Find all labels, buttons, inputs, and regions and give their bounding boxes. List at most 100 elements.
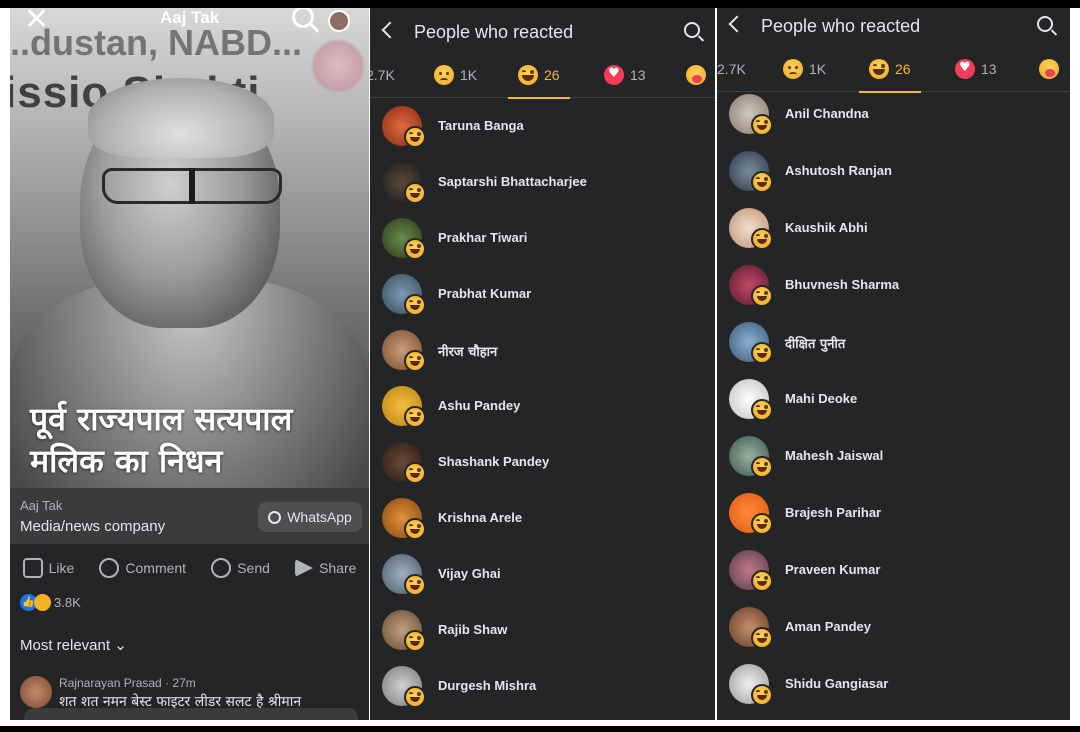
- share-icon: [295, 559, 314, 577]
- whatsapp-icon: [268, 510, 282, 524]
- post-panel: ...dustan, NABD... issio Shakti पूर्व रा…: [10, 8, 369, 720]
- list-item[interactable]: नीरज चौहान: [370, 324, 715, 380]
- list-item[interactable]: Ashutosh Ranjan: [717, 145, 1070, 201]
- comment-input[interactable]: [24, 708, 358, 720]
- reactor-name[interactable]: Brajesh Parihar: [785, 505, 881, 520]
- bottom-border: [0, 726, 1080, 732]
- reaction-count: 3.8K: [54, 595, 81, 610]
- comment-sort-dropdown[interactable]: Most relevant ⌄: [20, 636, 127, 654]
- post-photo[interactable]: ...dustan, NABD... issio Shakti पूर्व रा…: [10, 8, 369, 488]
- list-item[interactable]: Saptarshi Bhattacharjee: [370, 156, 715, 212]
- search-icon[interactable]: [1037, 16, 1053, 32]
- list-item[interactable]: Shidu Gangiasar: [717, 658, 1070, 714]
- tab-count: 2.7K: [717, 61, 746, 77]
- reactions-header: People who reacted: [370, 8, 715, 52]
- list-item[interactable]: Kaushik Abhi: [717, 202, 1070, 258]
- list-item[interactable]: Durgesh Mishra: [370, 660, 715, 716]
- reactor-name[interactable]: Krishna Arele: [438, 510, 522, 525]
- list-item[interactable]: Vijay Ghai: [370, 548, 715, 604]
- list-item[interactable]: Aman Pandey: [717, 601, 1070, 657]
- like-label: Like: [48, 560, 75, 576]
- reactor-name[interactable]: Durgesh Mishra: [438, 678, 536, 693]
- reactions-title: People who reacted: [414, 22, 574, 42]
- tab-all-like[interactable]: 2.7K: [370, 52, 395, 98]
- close-icon[interactable]: ✕: [24, 8, 49, 37]
- haha-badge-icon: [404, 182, 426, 204]
- reactions-title: People who reacted: [761, 16, 921, 36]
- reactor-name[interactable]: नीरज चौहान: [438, 342, 497, 360]
- share-button[interactable]: Share: [295, 559, 356, 577]
- list-item[interactable]: Prabhat Kumar: [370, 268, 715, 324]
- list-item[interactable]: Rajib Shaw: [370, 604, 715, 660]
- whatsapp-button[interactable]: WhatsApp: [258, 502, 362, 532]
- reactor-name[interactable]: Vijay Ghai: [438, 566, 501, 581]
- reaction-summary[interactable]: 👍 3.8K: [20, 594, 81, 611]
- list-item[interactable]: Prakhar Tiwari: [370, 212, 715, 268]
- reactor-name[interactable]: Ashu Pandey: [438, 398, 520, 413]
- reactor-name[interactable]: Taruna Banga: [438, 118, 524, 133]
- tab-love[interactable]: 13: [604, 52, 646, 98]
- haha-badge-icon: [751, 684, 773, 706]
- reactor-name[interactable]: Prabhat Kumar: [438, 286, 531, 301]
- list-item[interactable]: दीक्षित पुनीत: [717, 316, 1070, 372]
- tab-all-like[interactable]: 2.7K: [717, 46, 746, 92]
- thumbs-up-icon: [22, 558, 43, 578]
- reactor-name[interactable]: Rajib Shaw: [438, 622, 507, 637]
- tab-sad[interactable]: 1K: [783, 46, 826, 92]
- list-item[interactable]: Ashu Pandey: [370, 380, 715, 436]
- tab-sad[interactable]: 1K: [434, 52, 477, 98]
- commenter-avatar[interactable]: [20, 676, 52, 708]
- list-item[interactable]: Mahesh Jaiswal: [717, 430, 1070, 486]
- tab-care[interactable]: [1039, 46, 1059, 92]
- send-button[interactable]: Send: [211, 558, 270, 578]
- send-label: Send: [237, 560, 270, 576]
- reactor-name[interactable]: Shidu Gangiasar: [785, 676, 888, 691]
- list-item[interactable]: Praveen Kumar: [717, 544, 1070, 600]
- commenter-name[interactable]: Rajnarayan Prasad · 27m: [59, 676, 196, 690]
- care-emoji-icon: [686, 65, 706, 85]
- haha-badge-icon: [751, 171, 773, 193]
- page-name[interactable]: Aaj Tak: [20, 498, 62, 513]
- comment-button[interactable]: Comment: [99, 558, 186, 578]
- page-info-bar[interactable]: Aaj Tak Media/news company WhatsApp: [10, 488, 369, 544]
- reactor-name[interactable]: Bhuvnesh Sharma: [785, 277, 899, 292]
- tab-care[interactable]: [686, 52, 706, 98]
- search-icon[interactable]: [292, 8, 314, 28]
- list-item[interactable]: Bhuvnesh Sharma: [717, 259, 1070, 315]
- post-header-title: Aaj Tak: [160, 8, 220, 27]
- person-hair: [88, 78, 274, 158]
- profile-avatar[interactable]: [328, 10, 350, 32]
- haha-badge-icon: [404, 462, 426, 484]
- search-icon[interactable]: [684, 22, 700, 38]
- back-arrow-icon[interactable]: [728, 15, 746, 33]
- reactor-name[interactable]: दीक्षित पुनीत: [785, 334, 845, 352]
- haha-emoji-icon: [869, 59, 889, 79]
- love-emoji-icon: [955, 59, 975, 79]
- reactor-name[interactable]: Ashutosh Ranjan: [785, 163, 892, 178]
- list-item[interactable]: Anil Chandna: [717, 88, 1070, 144]
- reactor-name[interactable]: Prakhar Tiwari: [438, 230, 527, 245]
- back-arrow-icon[interactable]: [381, 21, 399, 39]
- chevron-down-icon: ⌄: [114, 637, 127, 654]
- tab-count: 1K: [460, 67, 478, 83]
- list-item[interactable]: Shashank Pandey: [370, 436, 715, 492]
- haha-badge-icon: [404, 630, 426, 652]
- list-item[interactable]: Krishna Arele: [370, 492, 715, 548]
- reactor-name[interactable]: Kaushik Abhi: [785, 220, 868, 235]
- list-item[interactable]: Mahi Deoke: [717, 373, 1070, 429]
- list-item[interactable]: Taruna Banga: [370, 100, 715, 156]
- like-button[interactable]: Like: [22, 558, 75, 578]
- reactor-name[interactable]: Mahi Deoke: [785, 391, 857, 406]
- reactor-name[interactable]: Saptarshi Bhattacharjee: [438, 174, 587, 189]
- tab-haha[interactable]: 26: [508, 52, 570, 99]
- haha-badge-icon: [751, 399, 773, 421]
- reactor-name[interactable]: Aman Pandey: [785, 619, 871, 634]
- reactor-name[interactable]: Praveen Kumar: [785, 562, 880, 577]
- tab-love[interactable]: 13: [955, 46, 997, 92]
- tab-haha[interactable]: 26: [859, 46, 921, 93]
- list-item[interactable]: Brajesh Parihar: [717, 487, 1070, 543]
- reactor-name[interactable]: Mahesh Jaiswal: [785, 448, 883, 463]
- tab-count: 26: [544, 67, 560, 83]
- reactor-name[interactable]: Shashank Pandey: [438, 454, 549, 469]
- reactor-name[interactable]: Anil Chandna: [785, 106, 869, 121]
